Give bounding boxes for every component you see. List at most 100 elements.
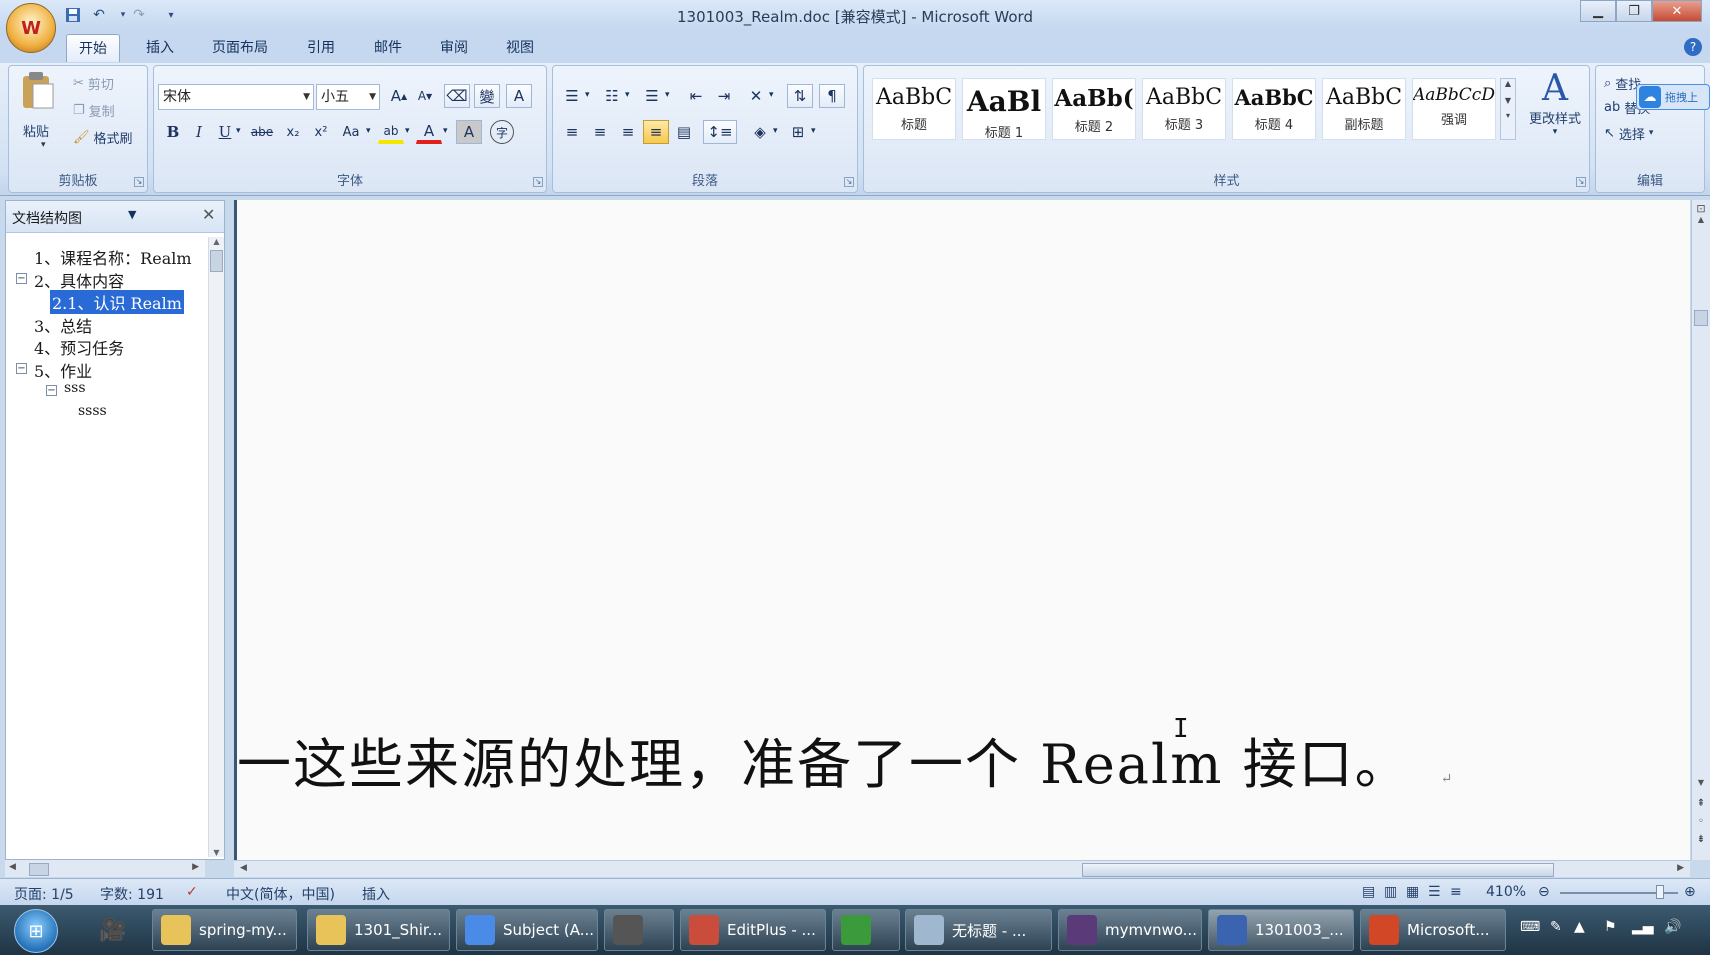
paste-label[interactable]: 粘贴 [23,121,49,140]
tab-references[interactable]: 引用 [295,34,347,62]
nav-tree-item[interactable]: 3、总结 [34,313,92,337]
chinese-layout-dropdown-icon[interactable]: ▾ [769,90,774,100]
signal-icon[interactable]: ▂▄ [1632,919,1654,935]
change-case-button[interactable]: Aa [336,120,366,144]
close-icon[interactable]: ✕ [1652,0,1702,22]
taskbar-item[interactable]: EditPlus - ... [680,909,826,951]
word-count[interactable]: 字数: 191 [100,884,164,904]
camera-app-icon[interactable]: 🎥 [96,913,130,947]
show-marks-icon[interactable]: ¶ [819,84,845,108]
nav-tree-item[interactable]: sss [64,380,86,396]
format-painter-button[interactable]: 🖌 格式刷 [73,126,133,148]
align-center-icon[interactable]: ≡ [587,120,613,144]
chinese-layout-icon[interactable]: ✕ [743,84,769,108]
style-card[interactable]: AaBbC 副标题 [1322,78,1406,140]
zoom-in-icon[interactable]: ⊕ [1684,884,1696,900]
taskbar-item[interactable] [604,909,674,951]
bullets-dropdown-icon[interactable]: ▾ [585,90,590,100]
collapse-toggle-icon[interactable]: − [16,362,27,374]
styles-launcher-icon[interactable]: ↘ [1576,177,1586,187]
tab-view[interactable]: 视图 [494,34,546,62]
chevron-up-icon[interactable]: ▲ [1692,215,1710,224]
italic-button[interactable]: I [186,120,212,144]
shading-dropdown-icon[interactable]: ▾ [773,126,778,136]
paragraph-launcher-icon[interactable]: ↘ [844,177,854,187]
document-vscrollbar[interactable]: ⊡ ▲ ▼ ⇞ ◦ ⇟ [1691,200,1710,860]
chevron-right-icon[interactable]: ▶ [1677,863,1684,873]
taskbar-item[interactable]: 1301_Shir... [307,909,450,951]
character-border-icon[interactable]: A [506,84,532,108]
underline-dropdown-icon[interactable]: ▾ [236,126,241,136]
select-button[interactable]: ↖ 选择 ▾ [1604,122,1653,144]
multilevel-list-icon[interactable]: ☰ [639,84,665,108]
zoom-slider-thumb[interactable] [1656,885,1664,899]
bold-button[interactable]: B [160,120,186,144]
volume-icon[interactable]: 🔊 [1664,919,1681,935]
line-spacing-icon[interactable]: ↕≡ [703,120,737,144]
clear-format-icon[interactable]: ⌫ [444,84,470,108]
nav-tree-item[interactable]: 2、具体内容 [34,268,124,292]
font-color-button[interactable]: A [416,120,442,144]
style-card[interactable]: AaBbCcD 强调 [1412,78,1496,140]
subscript-button[interactable]: x₂ [280,120,306,144]
chevron-left-icon[interactable]: ◀ [240,863,247,873]
print-layout-icon[interactable]: ▤ [1362,884,1375,900]
collapse-toggle-icon[interactable]: − [16,272,27,284]
collapse-toggle-icon[interactable]: − [46,385,57,396]
nav-tree-item[interactable]: 4、预习任务 [34,335,124,359]
character-shading-icon[interactable]: A [456,120,482,144]
document-map-scrollbar[interactable]: ▲ ▼ [208,237,224,857]
clipboard-launcher-icon[interactable]: ↘ [134,177,144,187]
nav-tree-item[interactable]: 1、课程名称：Realm [34,245,192,269]
taskbar-item[interactable]: Subject (A... [456,909,598,951]
language-indicator[interactable]: 中文(简体，中国) [226,884,335,904]
browse-object-icon[interactable]: ◦ [1692,816,1710,827]
highlight-dropdown-icon[interactable]: ▾ [405,126,410,136]
tab-mailings[interactable]: 邮件 [362,34,414,62]
zoom-level[interactable]: 410% [1486,884,1526,900]
keyboard-icon[interactable]: ⌨ [1520,919,1540,935]
chevron-down-icon[interactable]: ▼ [209,848,224,857]
document-canvas[interactable]: 一这些来源的处理，准备了一个 Realm 接口。 ↵ I [234,200,1690,860]
cut-button[interactable]: ✂ 剪切 [73,72,114,94]
chevron-down-icon[interactable]: ▼ [1692,778,1710,787]
start-button[interactable]: ⊞ [14,909,58,953]
enclose-characters-icon[interactable]: 字 [490,120,514,144]
highlight-button[interactable]: ab [378,120,404,144]
scroll-thumb[interactable] [1082,863,1554,877]
document-hscrollbar[interactable]: ◀ ▶ [234,860,1690,877]
sort-icon[interactable]: ⇅ [787,84,813,108]
taskbar-item[interactable]: Microsoft... [1360,909,1506,951]
draft-view-icon[interactable]: ≡ [1450,884,1462,900]
font-name-combo[interactable]: 宋体 ▼ [158,84,314,110]
tab-review[interactable]: 审阅 [428,34,480,62]
full-screen-reading-icon[interactable]: ▥ [1384,884,1397,900]
help-icon[interactable]: ? [1684,38,1702,56]
font-color-dropdown-icon[interactable]: ▾ [443,126,448,136]
next-page-icon[interactable]: ⇟ [1692,834,1710,845]
nav-tree-item[interactable]: ssss [78,403,107,419]
tray-expand-icon[interactable]: ▲ [1574,919,1585,935]
style-card[interactable]: AaBb(标题 2 [1052,78,1136,140]
distributed-icon[interactable]: ▤ [671,120,697,144]
zoom-out-icon[interactable]: ⊖ [1538,884,1550,900]
paste-dropdown-icon[interactable]: ▾ [41,140,46,150]
chevron-down-icon[interactable]: ▼ [128,208,136,221]
network-flag-icon[interactable]: ⚑ [1604,919,1617,935]
shrink-font-icon[interactable]: A ▼ [412,84,438,108]
style-card[interactable]: AaBl 标题 1 [962,78,1046,141]
nav-tree-item[interactable]: 5、作业 [34,358,92,382]
chevron-left-icon[interactable]: ◀ [9,862,16,872]
document-paragraph[interactable]: 一这些来源的处理，准备了一个 Realm 接口。 [237,733,1411,796]
scroll-thumb[interactable] [210,250,223,272]
justify-icon[interactable]: ≡ [643,120,669,144]
minimize-icon[interactable]: ▁ [1580,0,1616,22]
taskbar-item[interactable]: 无标题 - ... [905,909,1052,951]
grow-font-icon[interactable]: A ▲ [386,84,412,108]
numbering-dropdown-icon[interactable]: ▾ [625,90,630,100]
phonetic-guide-icon[interactable]: 變 [474,84,500,108]
multilevel-dropdown-icon[interactable]: ▾ [665,90,670,100]
tab-insert[interactable]: 插入 [134,34,186,62]
align-left-icon[interactable]: ≡ [559,120,585,144]
more-icon[interactable]: ▾ [1501,111,1515,120]
